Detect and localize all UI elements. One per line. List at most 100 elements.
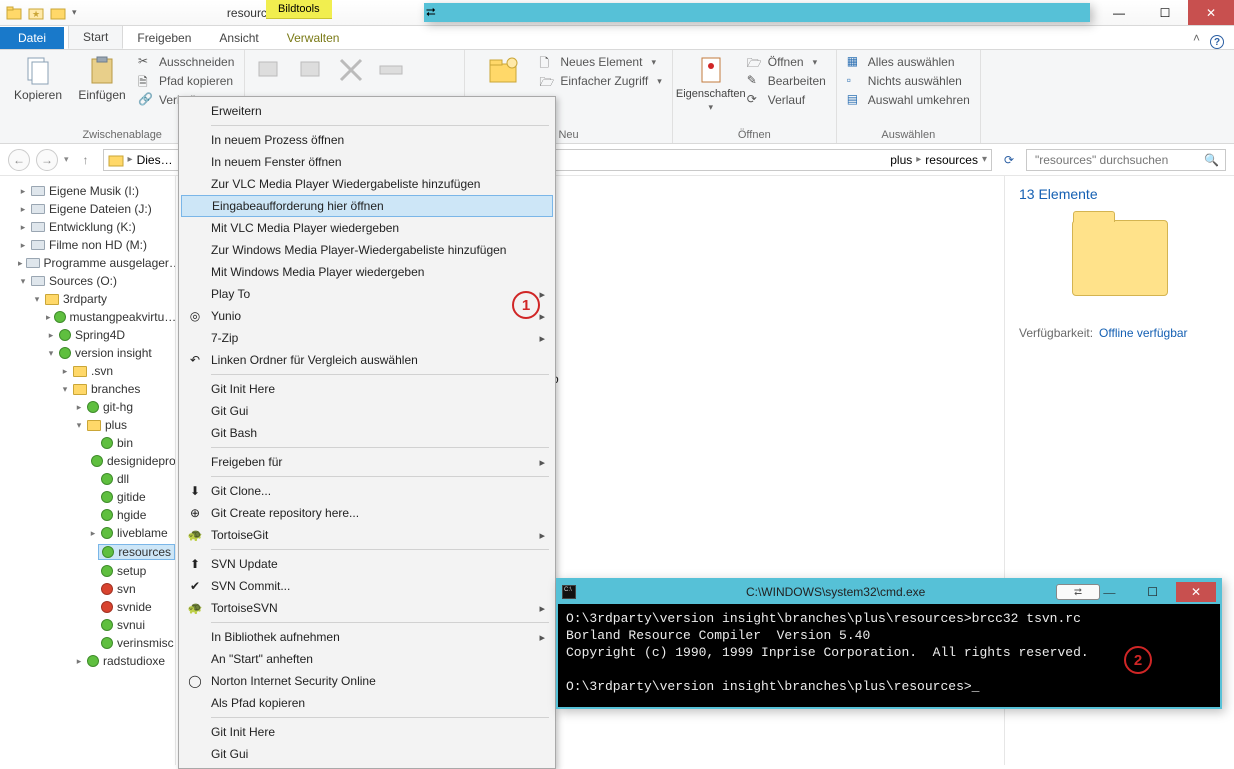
context-menu-item[interactable]: 🐢TortoiseSVN — [181, 597, 553, 619]
edit-button[interactable]: ✎Bearbeiten — [747, 73, 826, 89]
compat-icon[interactable]: ⮂ — [1056, 584, 1100, 600]
tree-item[interactable]: ▸Programme ausgelager… — [18, 254, 175, 272]
tab-file[interactable]: Datei — [0, 27, 64, 49]
new-item-button[interactable]: 🗋Neues Element▾ — [539, 54, 661, 70]
ribbon-collapse-icon[interactable]: ˄ — [1183, 27, 1210, 49]
tree-item[interactable]: ▸Spring4D — [46, 326, 175, 344]
chevron-icon[interactable]: ▸ — [128, 154, 133, 165]
context-menu-item[interactable]: Freigeben für — [181, 451, 553, 473]
context-menu-item[interactable]: Mit Windows Media Player wiedergeben — [181, 261, 553, 283]
context-menu-item[interactable]: In Bibliothek aufnehmen — [181, 626, 553, 648]
context-menu-item[interactable]: ⬇Git Clone... — [181, 480, 553, 502]
tree-item[interactable]: ▾3rdparty — [32, 290, 175, 308]
qat-dropdown-icon[interactable]: ▾ — [72, 7, 77, 18]
tree-item[interactable]: ▸mustangpeakvirtu… — [46, 308, 175, 326]
cmd-close-button[interactable]: ✕ — [1176, 582, 1216, 602]
context-menu-item[interactable]: Mit VLC Media Player wiedergeben — [181, 217, 553, 239]
tree-item[interactable]: ▾branches — [60, 380, 175, 398]
address-seg-2[interactable]: plus — [890, 153, 912, 167]
copy-button[interactable]: Kopieren — [10, 54, 66, 102]
cmd-output[interactable]: O:\3rdparty\version insight\branches\plu… — [558, 604, 1220, 707]
cmd-window[interactable]: C:\WINDOWS\system32\cmd.exe ⮂ — ☐ ✕ O:\3… — [556, 578, 1222, 709]
context-menu-item[interactable]: In neuem Fenster öffnen — [181, 151, 553, 173]
paste-button[interactable]: Einfügen — [74, 54, 130, 102]
tree-item[interactable]: ▸Entwicklung (K:) — [18, 218, 175, 236]
context-menu-item[interactable]: Erweitern — [181, 100, 553, 122]
context-menu[interactable]: Erweitern In neuem Prozess öffnenIn neuem… — [178, 96, 556, 769]
tree-item-selected[interactable]: resources — [88, 542, 175, 562]
context-menu-item[interactable]: ↶Linken Ordner für Vergleich auswählen — [181, 349, 553, 371]
compat-icon[interactable]: ⮂ — [424, 3, 1090, 22]
tree-item[interactable]: ▾Sources (O:) — [18, 272, 175, 290]
forward-button[interactable]: → — [36, 149, 58, 171]
select-invert-button[interactable]: ▤Auswahl umkehren — [847, 92, 970, 108]
search-input[interactable] — [1033, 152, 1198, 168]
context-menu-item[interactable]: Eingabeaufforderung hier öffnen — [181, 195, 553, 217]
new-folder-button[interactable] — [475, 54, 531, 86]
tree-item[interactable]: ▸git-hg — [74, 398, 175, 416]
cmd-titlebar[interactable]: C:\WINDOWS\system32\cmd.exe ⮂ — ☐ ✕ — [558, 580, 1220, 604]
up-button[interactable]: ↑ — [75, 149, 97, 171]
tree-item[interactable]: bin — [88, 434, 175, 452]
context-menu-item[interactable]: Git Init Here — [181, 378, 553, 400]
tab-manage[interactable]: Verwalten — [273, 27, 354, 49]
context-menu-item[interactable]: ⊕Git Create repository here... — [181, 502, 553, 524]
context-menu-item[interactable]: Git Gui — [181, 400, 553, 422]
search-icon[interactable]: 🔍 — [1204, 153, 1219, 167]
context-menu-item[interactable]: Play To — [181, 283, 553, 305]
nav-tree[interactable]: ▸Eigene Musik (I:) ▸Eigene Dateien (J:) … — [0, 176, 176, 765]
address-seg-3[interactable]: resources — [925, 153, 978, 167]
tab-start[interactable]: Start — [68, 25, 123, 49]
tree-item[interactable]: hgide — [88, 506, 175, 524]
new-folder-icon[interactable]: ★ — [28, 5, 44, 21]
help-icon[interactable]: ? — [1210, 35, 1224, 49]
tree-item[interactable]: ▾plus — [74, 416, 175, 434]
back-button[interactable]: ← — [8, 149, 30, 171]
context-menu-item[interactable]: An "Start" anheften — [181, 648, 553, 670]
select-all-button[interactable]: ▦Alles auswählen — [847, 54, 970, 70]
tree-item[interactable]: ▸Filme non HD (M:) — [18, 236, 175, 254]
context-menu-item[interactable]: ✔SVN Commit... — [181, 575, 553, 597]
copy-path-button[interactable]: 🗎Pfad kopieren — [138, 73, 234, 89]
tree-item[interactable]: svnui — [88, 616, 175, 634]
context-menu-item[interactable]: Zur Windows Media Player-Wiedergabeliste… — [181, 239, 553, 261]
context-menu-item[interactable]: Git Init Here — [181, 721, 553, 743]
maximize-button[interactable]: ☐ — [1142, 0, 1188, 25]
tree-item[interactable]: gitide — [88, 488, 175, 506]
cut-button[interactable]: ✂Ausschneiden — [138, 54, 234, 70]
properties-button[interactable]: Eigenschaften ▾ — [683, 54, 739, 113]
open-button[interactable]: 🗁Öffnen▾ — [747, 54, 826, 70]
context-menu-item[interactable]: 7-Zip — [181, 327, 553, 349]
tree-item[interactable]: ▸radstudioxe — [74, 652, 175, 670]
tree-item[interactable]: svn — [88, 580, 175, 598]
tree-item[interactable]: ▸Eigene Musik (I:) — [18, 182, 175, 200]
context-menu-item[interactable]: In neuem Prozess öffnen — [181, 129, 553, 151]
tree-item[interactable]: verinsmisc — [88, 634, 175, 652]
tree-item[interactable]: ▸Eigene Dateien (J:) — [18, 200, 175, 218]
context-menu-item[interactable]: Git Gui — [181, 743, 553, 765]
search-box[interactable]: 🔍 — [1026, 149, 1226, 171]
context-menu-item[interactable]: ⬆SVN Update — [181, 553, 553, 575]
context-menu-item[interactable]: ◯Norton Internet Security Online — [181, 670, 553, 692]
tree-item[interactable]: svnide — [88, 598, 175, 616]
tree-item[interactable]: ▸.svn — [60, 362, 175, 380]
tree-item[interactable]: designidepro… — [88, 452, 175, 470]
easy-access-button[interactable]: 🗁Einfacher Zugriff▾ — [539, 73, 661, 89]
history-button[interactable]: ⟳Verlauf — [747, 92, 826, 108]
tree-item[interactable]: dll — [88, 470, 175, 488]
tree-item[interactable]: setup — [88, 562, 175, 580]
cmd-maximize-button[interactable]: ☐ — [1133, 582, 1173, 602]
refresh-button[interactable]: ⟳ — [998, 149, 1020, 171]
context-menu-item[interactable]: 🐢TortoiseGit — [181, 524, 553, 546]
address-seg-1[interactable]: Dies… — [137, 153, 173, 167]
tree-item[interactable]: ▾version insight — [46, 344, 175, 362]
tab-view[interactable]: Ansicht — [205, 27, 272, 49]
context-menu-item[interactable]: Git Bash — [181, 422, 553, 444]
select-none-button[interactable]: ▫Nichts auswählen — [847, 73, 970, 89]
context-menu-item[interactable]: Zur VLC Media Player Wiedergabeliste hin… — [181, 173, 553, 195]
minimize-button[interactable]: — — [1096, 0, 1142, 25]
close-button[interactable]: ✕ — [1188, 0, 1234, 25]
history-dropdown-icon[interactable]: ▾ — [64, 154, 69, 165]
tab-share[interactable]: Freigeben — [123, 27, 205, 49]
context-menu-item[interactable]: ◎Yunio — [181, 305, 553, 327]
